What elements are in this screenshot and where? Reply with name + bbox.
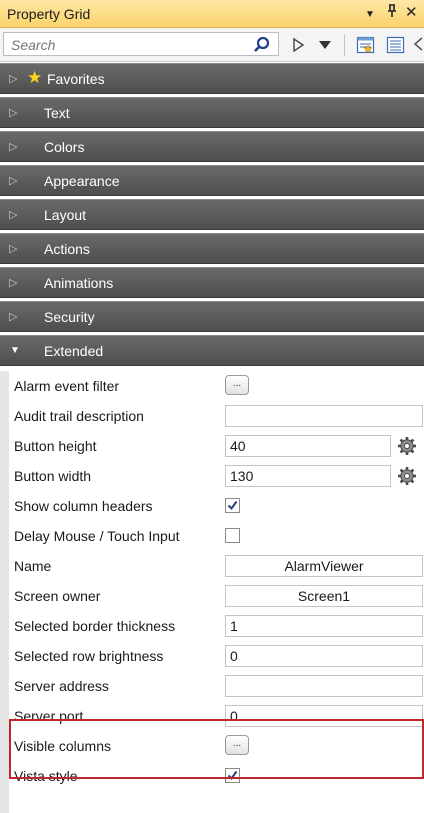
alarm-event-filter-button[interactable]: ... bbox=[225, 375, 249, 395]
property-name: Button width bbox=[14, 468, 92, 484]
property-row-button-width: Button width 130 bbox=[9, 461, 424, 491]
category-label: Colors bbox=[44, 139, 85, 155]
property-name: Show column headers bbox=[14, 498, 153, 514]
screen-owner-field[interactable]: Screen1 bbox=[225, 585, 423, 607]
property-name: Delay Mouse / Touch Input bbox=[14, 528, 180, 544]
close-icon[interactable]: ✕ bbox=[405, 4, 418, 22]
categorized-view-icon[interactable] bbox=[356, 35, 376, 55]
expand-arrow-icon[interactable]: ▷ bbox=[9, 72, 17, 85]
property-grid-panel: Property Grid ▼ ✕ Search ▷ ★ Favorites ▷… bbox=[0, 0, 424, 813]
category-label: Actions bbox=[44, 241, 90, 257]
category-list: ▷ ★ Favorites ▷ Text ▷ Colors ▷ Appearan… bbox=[0, 63, 424, 369]
title-bar: Property Grid ▼ ✕ bbox=[0, 0, 424, 28]
property-row-alarm-event-filter: Alarm event filter ... bbox=[9, 371, 424, 401]
expand-arrow-icon[interactable]: ▷ bbox=[9, 106, 17, 119]
property-name: Vista style bbox=[14, 768, 78, 784]
property-name: Server address bbox=[14, 678, 109, 694]
name-field[interactable]: AlarmViewer bbox=[225, 555, 423, 577]
server-port-field[interactable]: 0 bbox=[225, 705, 423, 727]
pin-icon[interactable] bbox=[386, 4, 398, 23]
selected-border-thickness-field[interactable]: 1 bbox=[225, 615, 423, 637]
favorites-star-icon: ★ bbox=[27, 68, 43, 87]
property-name: Selected row brightness bbox=[14, 648, 164, 664]
property-name: Visible columns bbox=[14, 738, 112, 754]
property-name: Server port bbox=[14, 708, 84, 724]
category-label: Animations bbox=[44, 275, 114, 291]
property-row-selected-row-brightness: Selected row brightness 0 bbox=[9, 641, 424, 671]
collapse-arrow-icon[interactable]: ▼ bbox=[10, 345, 20, 356]
play-outline-icon[interactable] bbox=[289, 36, 307, 54]
expand-arrow-icon[interactable]: ▷ bbox=[9, 242, 17, 255]
property-row-vista-style: Vista style bbox=[9, 761, 424, 791]
category-extended[interactable]: ▼ Extended bbox=[0, 335, 424, 366]
expand-arrow-icon[interactable]: ▷ bbox=[9, 174, 17, 187]
property-name: Audit trail description bbox=[14, 408, 144, 424]
search-input[interactable] bbox=[9, 35, 238, 55]
button-width-field[interactable]: 130 bbox=[225, 465, 391, 487]
category-actions[interactable]: ▷ Actions bbox=[0, 233, 424, 264]
category-label: Extended bbox=[44, 343, 104, 359]
property-name: Screen owner bbox=[14, 588, 101, 604]
search-icon[interactable] bbox=[252, 35, 272, 55]
category-favorites[interactable]: ▷ ★ Favorites bbox=[0, 63, 424, 94]
panel-title: Property Grid bbox=[7, 6, 91, 22]
category-label: Favorites bbox=[47, 71, 105, 87]
property-name: Button height bbox=[14, 438, 97, 454]
toolbar bbox=[0, 28, 424, 62]
gear-icon[interactable] bbox=[397, 436, 417, 456]
vista-style-checkbox[interactable] bbox=[225, 768, 240, 783]
expand-arrow-icon[interactable]: ▷ bbox=[9, 310, 17, 323]
server-address-field[interactable] bbox=[225, 675, 423, 697]
button-height-field[interactable]: 40 bbox=[225, 435, 391, 457]
category-layout[interactable]: ▷ Layout bbox=[0, 199, 424, 230]
category-security[interactable]: ▷ Security bbox=[0, 301, 424, 332]
toolbar-separator bbox=[344, 34, 345, 56]
gear-icon[interactable] bbox=[397, 466, 417, 486]
expand-arrow-icon[interactable]: ▷ bbox=[9, 276, 17, 289]
property-row-screen-owner: Screen owner Screen1 bbox=[9, 581, 424, 611]
property-row-visible-columns: Visible columns ... bbox=[9, 731, 424, 761]
search-box bbox=[3, 32, 279, 56]
property-name: Name bbox=[14, 558, 52, 574]
category-label: Security bbox=[44, 309, 95, 325]
window-menu-dropdown-icon[interactable]: ▼ bbox=[365, 6, 375, 24]
property-row-delay-mouse-touch-input: Delay Mouse / Touch Input bbox=[9, 521, 424, 551]
property-rows: Alarm event filter ... Audit trail descr… bbox=[9, 371, 424, 791]
dropdown-triangle-icon[interactable] bbox=[316, 36, 334, 54]
category-appearance[interactable]: ▷ Appearance bbox=[0, 165, 424, 196]
property-row-selected-border-thickness: Selected border thickness 1 bbox=[9, 611, 424, 641]
property-row-show-column-headers: Show column headers bbox=[9, 491, 424, 521]
category-colors[interactable]: ▷ Colors bbox=[0, 131, 424, 162]
property-name: Selected border thickness bbox=[14, 618, 176, 634]
category-label: Layout bbox=[44, 207, 87, 223]
property-row-name: Name AlarmViewer bbox=[9, 551, 424, 581]
category-text[interactable]: ▷ Text bbox=[0, 97, 424, 128]
category-animations[interactable]: ▷ Animations bbox=[0, 267, 424, 298]
visible-columns-button[interactable]: ... bbox=[225, 735, 249, 755]
expand-arrow-icon[interactable]: ▷ bbox=[9, 208, 17, 221]
selected-row-brightness-field[interactable]: 0 bbox=[225, 645, 423, 667]
property-row-server-port: Server port 0 bbox=[9, 701, 424, 731]
property-name: Alarm event filter bbox=[14, 378, 120, 394]
row-indent-strip bbox=[0, 371, 9, 813]
category-label: Text bbox=[44, 105, 70, 121]
property-row-audit-trail-description: Audit trail description bbox=[9, 401, 424, 431]
expand-arrow-icon[interactable]: ▷ bbox=[9, 140, 17, 153]
category-label: Appearance bbox=[44, 173, 120, 189]
property-row-server-address: Server address bbox=[9, 671, 424, 701]
list-view-icon[interactable] bbox=[386, 35, 406, 55]
overflow-chevron-icon[interactable] bbox=[412, 37, 424, 51]
audit-trail-description-field[interactable] bbox=[225, 405, 423, 427]
property-row-button-height: Button height 40 bbox=[9, 431, 424, 461]
delay-mouse-touch-input-checkbox[interactable] bbox=[225, 528, 240, 543]
show-column-headers-checkbox[interactable] bbox=[225, 498, 240, 513]
